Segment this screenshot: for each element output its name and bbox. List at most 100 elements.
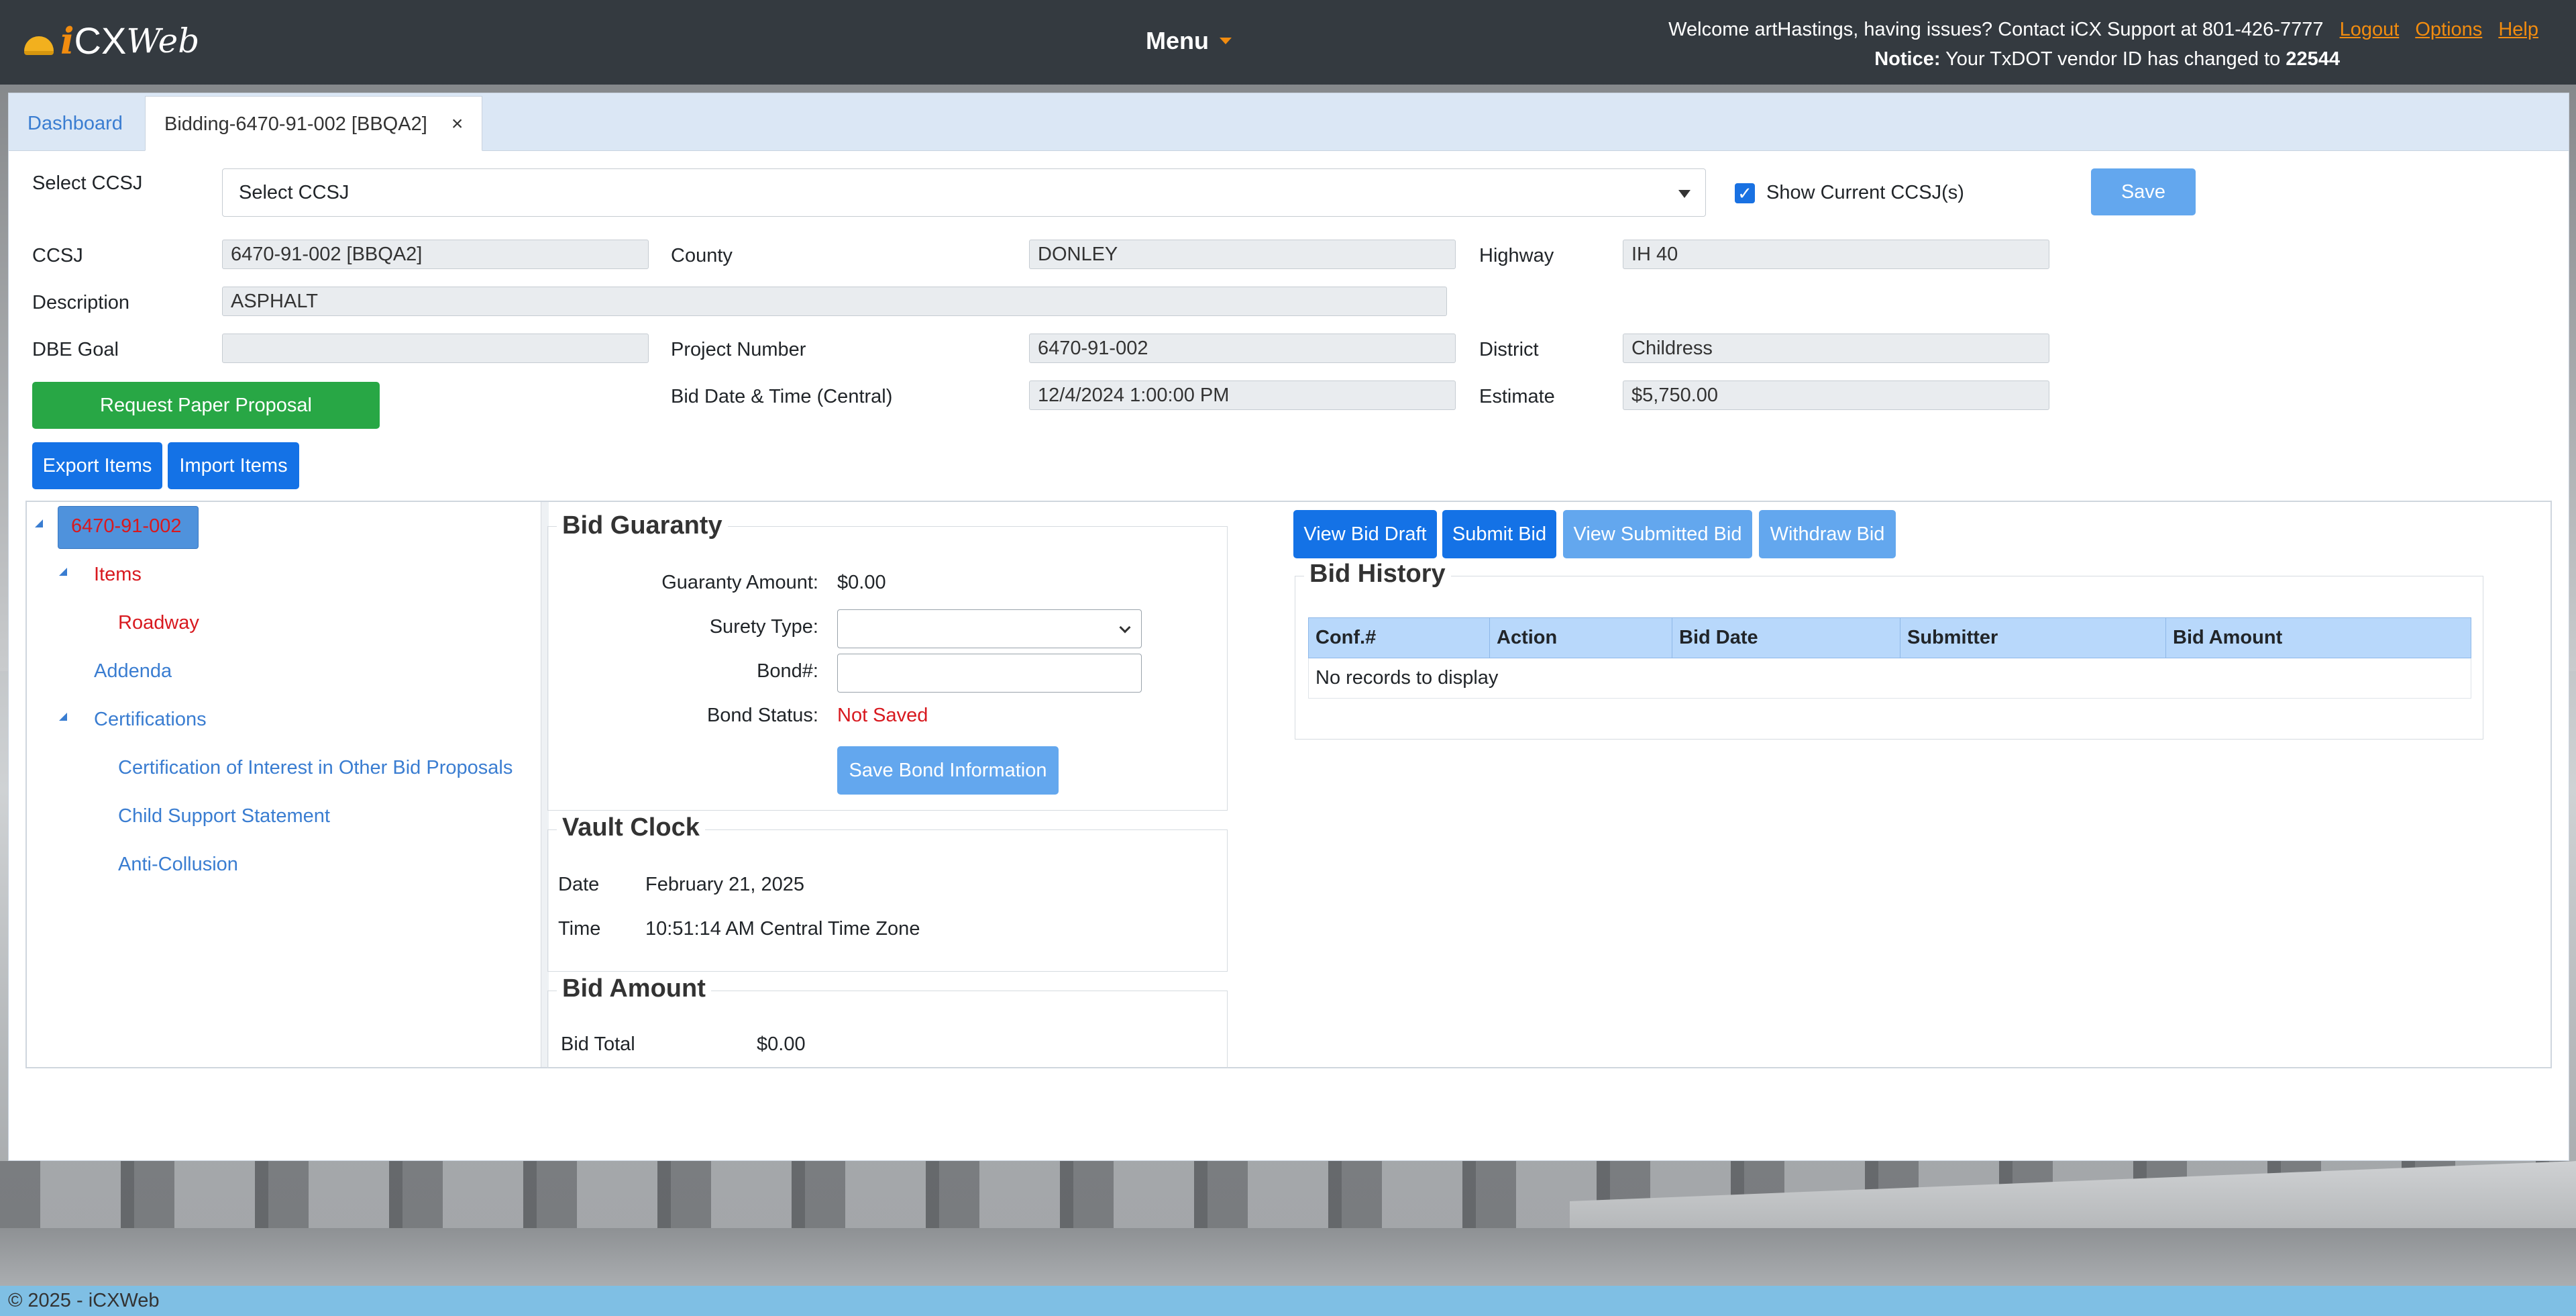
top-navbar: i CX Web Menu Welcome artHastings, havin…: [0, 0, 2576, 85]
tree-node-cert-interest[interactable]: Certification of Interest in Other Bid P…: [118, 757, 513, 779]
import-items-button[interactable]: Import Items: [168, 442, 299, 489]
tab-dashboard[interactable]: Dashboard: [9, 96, 142, 151]
highway-label: Highway: [1479, 245, 1554, 266]
ccsj-label: CCSJ: [32, 245, 83, 266]
menu-dropdown[interactable]: Menu: [1146, 27, 1232, 55]
project-number-label: Project Number: [671, 339, 806, 360]
project-tree: 6470-91-002 Items Roadway Addenda Certif…: [27, 502, 539, 1067]
district-field: Childress: [1623, 334, 2049, 363]
withdraw-bid-button[interactable]: Withdraw Bid: [1759, 510, 1896, 558]
select-ccsj-dropdown[interactable]: Select CCSJ: [222, 168, 1706, 217]
view-bid-draft-button[interactable]: View Bid Draft: [1293, 510, 1437, 558]
collapse-icon[interactable]: [59, 713, 67, 721]
guaranty-amount-value: $0.00: [837, 572, 886, 593]
county-field: DONLEY: [1029, 240, 1456, 269]
column-header-conf[interactable]: Conf.#: [1308, 617, 1490, 658]
save-bond-information-button[interactable]: Save Bond Information: [837, 746, 1059, 795]
tree-node-child-support[interactable]: Child Support Statement: [118, 805, 330, 827]
vault-date-label: Date: [558, 874, 600, 895]
menu-label: Menu: [1146, 27, 1209, 54]
description-label: Description: [32, 292, 130, 313]
welcome-text: Welcome artHastings, having issues? Cont…: [1668, 19, 2324, 40]
bond-no-input[interactable]: [837, 654, 1142, 693]
tree-node-root[interactable]: 6470-91-002: [71, 515, 181, 538]
district-label: District: [1479, 339, 1539, 360]
options-link[interactable]: Options: [2415, 19, 2482, 40]
table-header-row: Conf.# Action Bid Date Submitter Bid Amo…: [1308, 617, 2471, 658]
tab-label: Dashboard: [28, 113, 123, 134]
request-paper-proposal-button[interactable]: Request Paper Proposal: [32, 382, 380, 429]
highway-field: IH 40: [1623, 240, 2049, 269]
tree-node-roadway[interactable]: Roadway: [118, 612, 199, 634]
bond-no-label: Bond#:: [757, 660, 818, 682]
tree-node-items[interactable]: Items: [94, 564, 142, 586]
hard-hat-icon: [24, 36, 54, 55]
ccsj-field: 6470-91-002 [BBQA2]: [222, 240, 649, 269]
bid-workspace-panel: 6470-91-002 Items Roadway Addenda Certif…: [25, 501, 2552, 1068]
chevron-down-icon: [1119, 621, 1131, 634]
bid-amount-title: Bid Amount: [557, 974, 711, 1003]
bid-date-label: Bid Date & Time (Central): [671, 386, 893, 407]
bond-status-value: Not Saved: [837, 705, 928, 726]
show-current-checkbox[interactable]: ✓: [1735, 183, 1755, 203]
collapse-icon[interactable]: [35, 519, 43, 527]
bid-history-title: Bid History: [1304, 560, 1451, 589]
surety-type-select[interactable]: [837, 609, 1142, 648]
footer-text: © 2025 - iCXWeb: [8, 1290, 160, 1311]
vault-time-value: 10:51:14 AM Central Time Zone: [645, 918, 920, 940]
view-submitted-bid-button[interactable]: View Submitted Bid: [1563, 510, 1752, 558]
page-footer: © 2025 - iCXWeb: [0, 1286, 2576, 1316]
vault-clock-title: Vault Clock: [557, 813, 705, 842]
brand-logo[interactable]: i CX Web: [24, 19, 199, 62]
description-field: ASPHALT: [222, 287, 1447, 316]
caret-down-icon: [1220, 38, 1232, 44]
project-number-field: 6470-91-002: [1029, 334, 1456, 363]
tab-label: Bidding-6470-91-002 [BBQA2]: [164, 113, 427, 135]
help-link[interactable]: Help: [2498, 19, 2538, 40]
surety-type-label: Surety Type:: [709, 616, 818, 638]
estimate-label: Estimate: [1479, 386, 1555, 407]
dbe-goal-field: [222, 334, 649, 363]
save-button[interactable]: Save: [2091, 168, 2196, 215]
notice-value: 22544: [2286, 48, 2340, 70]
column-header-bid-date[interactable]: Bid Date: [1672, 617, 1900, 658]
brand-i: i: [60, 19, 74, 62]
empty-message: No records to display: [1308, 658, 2471, 699]
select-ccsj-label: Select CCSJ: [32, 172, 143, 194]
estimate-field: $5,750.00: [1623, 381, 2049, 410]
bid-date-field: 12/4/2024 1:00:00 PM: [1029, 381, 1456, 410]
show-current-label: Show Current CCSJ(s): [1766, 182, 1964, 203]
bid-total-label: Bid Total: [561, 1033, 635, 1055]
county-label: County: [671, 245, 733, 266]
vault-date-value: February 21, 2025: [645, 874, 804, 895]
bid-history-table: Conf.# Action Bid Date Submitter Bid Amo…: [1308, 617, 2471, 699]
notice-label: Notice:: [1874, 48, 1941, 70]
dbe-goal-label: DBE Goal: [32, 339, 119, 360]
collapse-icon[interactable]: [59, 568, 67, 576]
bid-guaranty-title: Bid Guaranty: [557, 511, 728, 540]
column-header-action[interactable]: Action: [1489, 617, 1672, 658]
vault-time-label: Time: [558, 918, 601, 940]
tab-strip: Dashboard Bidding-6470-91-002 [BBQA2] ×: [9, 93, 2569, 151]
notice: Notice: Your TxDOT vendor ID has changed…: [1668, 44, 2340, 74]
user-info: Welcome artHastings, having issues? Cont…: [1668, 15, 2538, 74]
notice-text: Your TxDOT vendor ID has changed to: [1945, 48, 2281, 70]
export-items-button[interactable]: Export Items: [32, 442, 162, 489]
select-ccsj-value: Select CCSJ: [239, 182, 350, 203]
close-icon[interactable]: ×: [451, 113, 464, 135]
tab-bidding[interactable]: Bidding-6470-91-002 [BBQA2] ×: [145, 96, 483, 151]
logout-link[interactable]: Logout: [2340, 19, 2400, 40]
table-row: No records to display: [1308, 658, 2471, 699]
tree-node-anti-collusion[interactable]: Anti-Collusion: [118, 854, 238, 876]
column-header-submitter[interactable]: Submitter: [1900, 617, 2166, 658]
caret-down-icon: [1678, 190, 1690, 198]
brand-cx: CX: [74, 19, 127, 62]
tree-node-certifications[interactable]: Certifications: [94, 709, 207, 731]
column-header-bid-amount[interactable]: Bid Amount: [2165, 617, 2471, 658]
vault-clock-box: [547, 829, 1228, 972]
brand-web: Web: [126, 21, 200, 60]
bond-status-label: Bond Status:: [706, 705, 818, 726]
submit-bid-button[interactable]: Submit Bid: [1442, 510, 1556, 558]
tree-node-addenda[interactable]: Addenda: [94, 660, 172, 682]
guaranty-amount-label: Guaranty Amount:: [661, 572, 818, 593]
